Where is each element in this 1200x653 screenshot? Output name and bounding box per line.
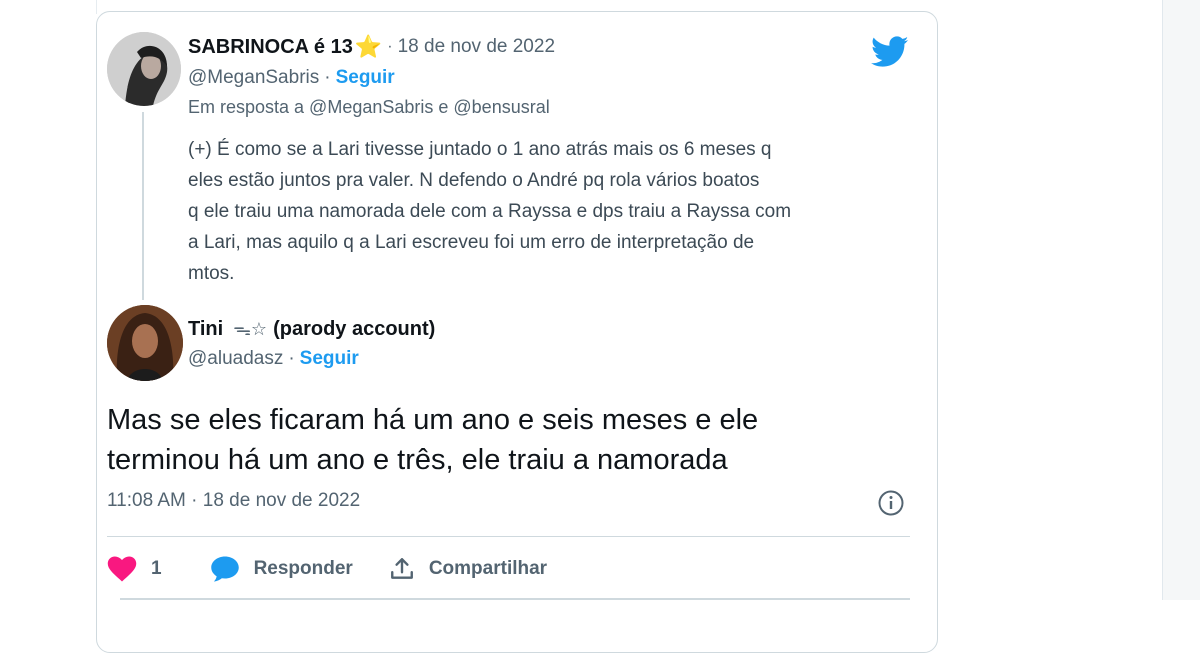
follow-main-link[interactable]: Seguir [300,348,359,370]
heart-icon [107,556,137,582]
main-tweet-text: Mas se eles ficaram há um ano e seis mes… [107,404,759,476]
share-icon [390,558,413,579]
star-emoji-icon: ⭐ [354,34,383,59]
speech-bubble-icon [210,556,239,582]
page-rule [96,0,97,14]
parody-label: (parody account) [273,317,436,340]
like-count: 1 [151,558,162,579]
main-author[interactable]: Tini ᯓ☆ (parody account) [188,314,435,344]
share-label: Compartilhar [428,558,548,579]
separator-dot: · [387,38,393,55]
sparkle-star-icon: ᯓ☆ [233,319,268,339]
parent-author[interactable]: SABRINOCA é 13 ⭐ · 18 de nov de 2022 [188,33,555,61]
main-display-name[interactable]: Tini [188,318,223,341]
share-button[interactable]: Compartilhar [389,556,547,582]
tweet-timestamp[interactable]: 11:08 AM · 18 de nov de 2022 [107,490,360,512]
main-handle-row: @aluadasz · Seguir [188,345,359,373]
reply-label: Responder [253,558,353,579]
parent-display-name[interactable]: SABRINOCA é 13 [188,36,353,59]
avatar-main[interactable] [107,305,183,381]
like-button[interactable]: 1 [107,556,162,582]
follow-parent-link[interactable]: Seguir [336,67,395,89]
separator-dot: · [324,67,331,88]
parent-handle-row: @MeganSabris · Seguir [188,64,395,92]
reply-context: Em resposta a @MeganSabris e @bensusral [188,97,550,117]
twitter-bird-icon[interactable] [871,36,909,68]
scrollbar-track[interactable] [1162,0,1200,600]
thread-connector [142,112,144,300]
parent-handle[interactable]: @MeganSabris [188,67,319,89]
parent-date[interactable]: 18 de nov de 2022 [398,36,555,58]
separator-dot: · [288,348,295,369]
divider [107,536,910,537]
main-handle[interactable]: @aluadasz [188,348,283,370]
avatar-parent[interactable] [107,32,181,106]
action-bar: 1 Responder Compartilhar [107,553,547,585]
reply-button[interactable]: Responder [210,555,353,583]
info-icon[interactable] [877,489,905,517]
parent-tweet-text: (+) É como se a Lari tivesse juntado o 1… [188,139,792,284]
